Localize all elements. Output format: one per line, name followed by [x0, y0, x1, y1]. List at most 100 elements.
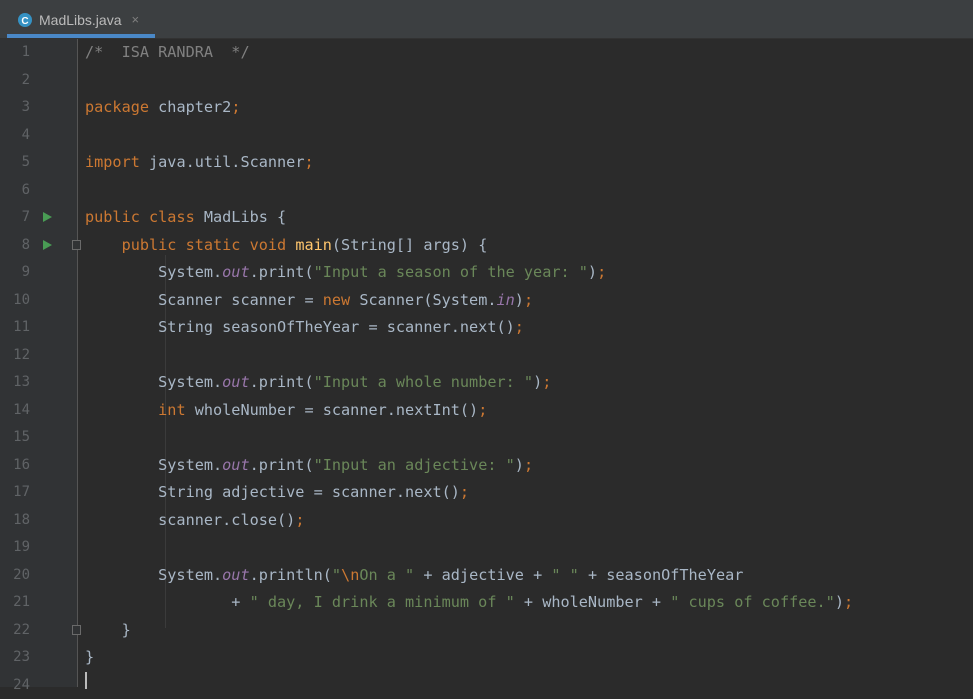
code-token: ;: [597, 263, 607, 281]
code-token: ): [587, 263, 598, 281]
line-number: 24: [13, 676, 30, 693]
code-editor[interactable]: 1/* ISA RANDRA */2 3 package chapter2; 4 5 im…: [0, 39, 973, 693]
line-number: 15: [13, 429, 30, 445]
line-number: 4: [21, 126, 30, 143]
code-token: ): [533, 373, 543, 391]
code-line[interactable]: 19: [0, 534, 973, 561]
line-number: 12: [13, 346, 30, 363]
code-text: scanner.close();: [85, 507, 304, 534]
line-number: 19: [13, 539, 30, 555]
line-number: 16: [13, 456, 30, 473]
line-number: 3: [21, 99, 30, 115]
code-token: out: [222, 263, 250, 281]
code-line[interactable]: 2: [0, 67, 973, 94]
code-line[interactable]: 12: [0, 342, 973, 369]
line-number: 8: [21, 236, 30, 253]
code-token: + adjective +: [414, 565, 552, 584]
code-line[interactable]: 1 /* ISA RANDRA */: [0, 39, 973, 66]
close-icon[interactable]: ×: [132, 12, 140, 27]
code-line[interactable]: 21 + " day, I drink a minimum of " + who…: [0, 589, 973, 616]
code-token: System.: [85, 373, 223, 391]
code-line[interactable]: 17 String adjective = scanner.next();: [0, 479, 973, 506]
svg-text:C: C: [21, 16, 28, 27]
code-token: " cups of coffee.": [670, 593, 835, 611]
code-token: public static void: [121, 235, 287, 254]
code-line[interactable]: 23}: [0, 644, 973, 671]
code-token: ): [834, 593, 844, 611]
code-text: public static void main(String[] args) {: [85, 232, 488, 259]
code-token: ": [331, 565, 342, 584]
code-token: + seasonOfTheYear: [578, 565, 744, 584]
code-token: }: [85, 648, 95, 666]
code-token: import: [85, 153, 140, 171]
code-line[interactable]: 16 System.out.print("Input an adjective:…: [0, 452, 973, 479]
code-text: System.out.print("Input a whole number: …: [85, 369, 551, 396]
line-number: 20: [13, 566, 30, 583]
line-number: 17: [13, 484, 30, 500]
code-line[interactable]: 8 public static void main(String[] args)…: [0, 232, 973, 259]
code-line[interactable]: 5 import java.util.Scanner;: [0, 149, 973, 176]
line-number: 10: [13, 291, 30, 308]
code-token: "Input an adjective: ": [313, 455, 515, 474]
code-text: package chapter2;: [85, 94, 240, 121]
line-number: 21: [13, 594, 30, 610]
code-token: ;: [514, 318, 524, 336]
code-token: ;: [523, 455, 534, 474]
code-token: wholeNumber = scanner.nextInt(): [185, 400, 479, 419]
java-class-icon: C: [18, 12, 32, 27]
code-text: String seasonOfTheYear = scanner.next();: [85, 314, 524, 341]
code-token: ;: [295, 510, 305, 529]
line-number: 11: [13, 319, 30, 335]
editor-tab-bar: C MadLibs.java ×: [0, 0, 973, 39]
code-line[interactable]: 14 int wholeNumber = scanner.nextInt();: [0, 397, 973, 424]
code-line[interactable]: 7 public class MadLibs {: [0, 204, 973, 231]
code-token: out: [222, 455, 250, 474]
run-gutter-icon[interactable]: [43, 212, 52, 222]
code-line[interactable]: 15: [0, 424, 973, 451]
code-token: scanner.close(): [85, 510, 296, 529]
line-number: 6: [21, 181, 30, 198]
code-token: " ": [551, 565, 579, 584]
code-line[interactable]: 13 System.out.print("Input a whole numbe…: [0, 369, 973, 396]
code-token: /* ISA RANDRA */: [85, 43, 250, 61]
code-text: System.out.println("\nOn a " + adjective…: [85, 562, 743, 589]
fold-marker-icon[interactable]: [72, 239, 81, 250]
code-token: .print(: [249, 455, 314, 474]
code-token: .print(: [249, 373, 314, 391]
code-line[interactable]: 4: [0, 122, 973, 149]
code-line[interactable]: 9 System.out.print("Input a season of th…: [0, 259, 973, 286]
code-text: }: [85, 617, 131, 644]
code-token: System.: [85, 263, 223, 281]
code-token: Scanner scanner =: [85, 290, 323, 309]
code-text: + " day, I drink a minimum of " + wholeN…: [85, 589, 853, 616]
code-line[interactable]: 10 Scanner scanner = new Scanner(System.…: [0, 287, 973, 314]
code-token: MadLibs {: [194, 208, 287, 226]
run-gutter-icon[interactable]: [43, 239, 52, 250]
code-token: in: [496, 290, 515, 309]
fold-marker-icon[interactable]: [72, 624, 81, 635]
code-line[interactable]: 18 scanner.close();: [0, 507, 973, 534]
code-line[interactable]: 22 }: [0, 617, 973, 644]
tab-madlibs-java[interactable]: C MadLibs.java ×: [7, 5, 155, 34]
code-token: + wholeNumber +: [514, 593, 671, 611]
text-caret: [85, 672, 87, 689]
code-line[interactable]: 6: [0, 177, 973, 204]
active-tab-indicator: [7, 34, 155, 38]
code-token: ;: [304, 153, 314, 171]
code-token: "Input a season of the year: ": [313, 263, 588, 281]
code-line[interactable]: 24: [0, 672, 973, 699]
code-line[interactable]: 3 package chapter2;: [0, 94, 973, 121]
code-token: chapter2: [149, 98, 232, 116]
code-token: String seasonOfTheYear = scanner.next(): [85, 318, 515, 336]
line-number: 5: [21, 154, 30, 170]
code-line[interactable]: 11 String seasonOfTheYear = scanner.next…: [0, 314, 973, 341]
line-number: 13: [13, 374, 30, 390]
code-token: "Input a whole number: ": [313, 373, 534, 391]
code-text: /* ISA RANDRA */: [85, 39, 250, 66]
code-token: .print(: [249, 263, 314, 281]
code-token: ): [514, 455, 524, 474]
code-token: ;: [478, 400, 488, 419]
code-line[interactable]: 20 System.out.println("\nOn a " + adject…: [0, 562, 973, 589]
code-text: System.out.print("Input an adjective: ")…: [85, 452, 533, 479]
